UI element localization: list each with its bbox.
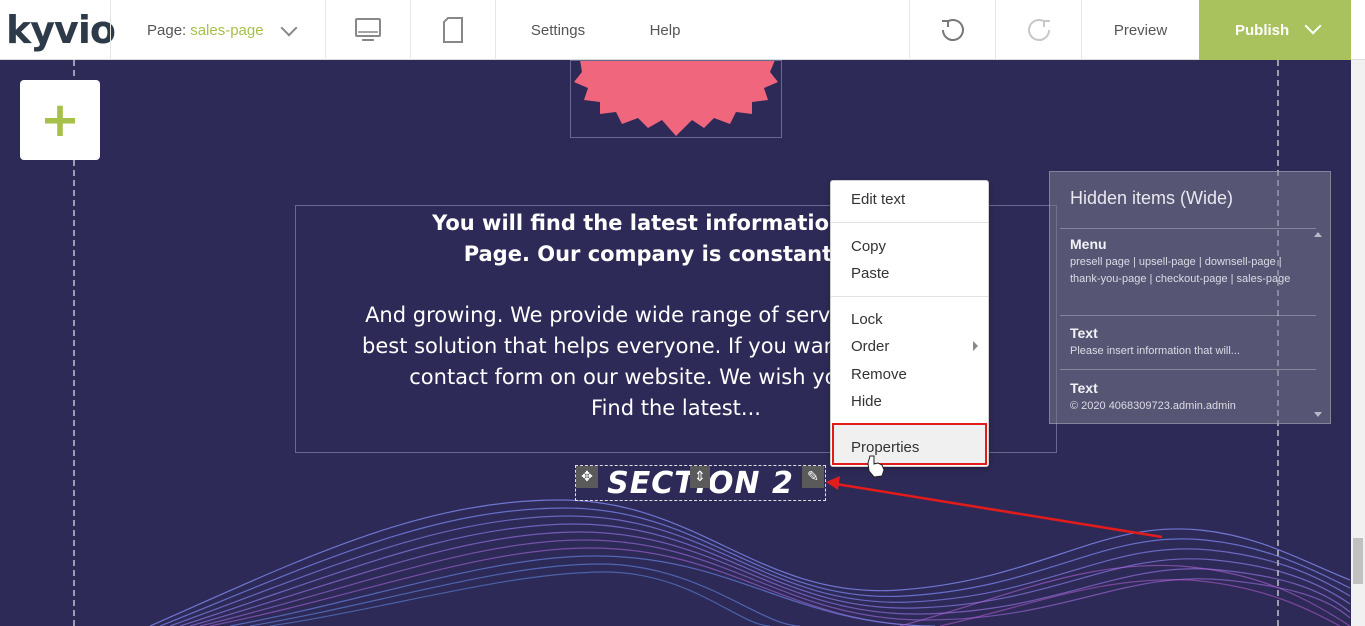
panel-divider — [1060, 228, 1316, 229]
scroll-up-icon[interactable] — [1314, 232, 1322, 237]
hidden-item-title[interactable]: Text — [1070, 325, 1098, 341]
hidden-item-desc: presell page | upsell-page | downsell-pa… — [1070, 256, 1291, 285]
hidden-items-panel: Hidden items (Wide) Menu presell page | … — [1049, 171, 1331, 424]
panel-divider — [1060, 369, 1316, 370]
hidden-item-desc: Please insert information that will... — [1070, 345, 1240, 357]
hidden-item-title[interactable]: Menu — [1070, 236, 1107, 252]
scroll-down-icon[interactable] — [1314, 412, 1322, 417]
panel-divider — [1060, 315, 1316, 316]
scrollbar-thumb[interactable] — [1353, 538, 1363, 584]
hidden-item-desc: © 2020 4068309723.admin.admin — [1070, 400, 1236, 412]
hidden-items-title: Hidden items (Wide) — [1070, 188, 1234, 208]
page-scrollbar[interactable] — [1351, 60, 1365, 626]
hidden-item-title[interactable]: Text — [1070, 380, 1098, 396]
